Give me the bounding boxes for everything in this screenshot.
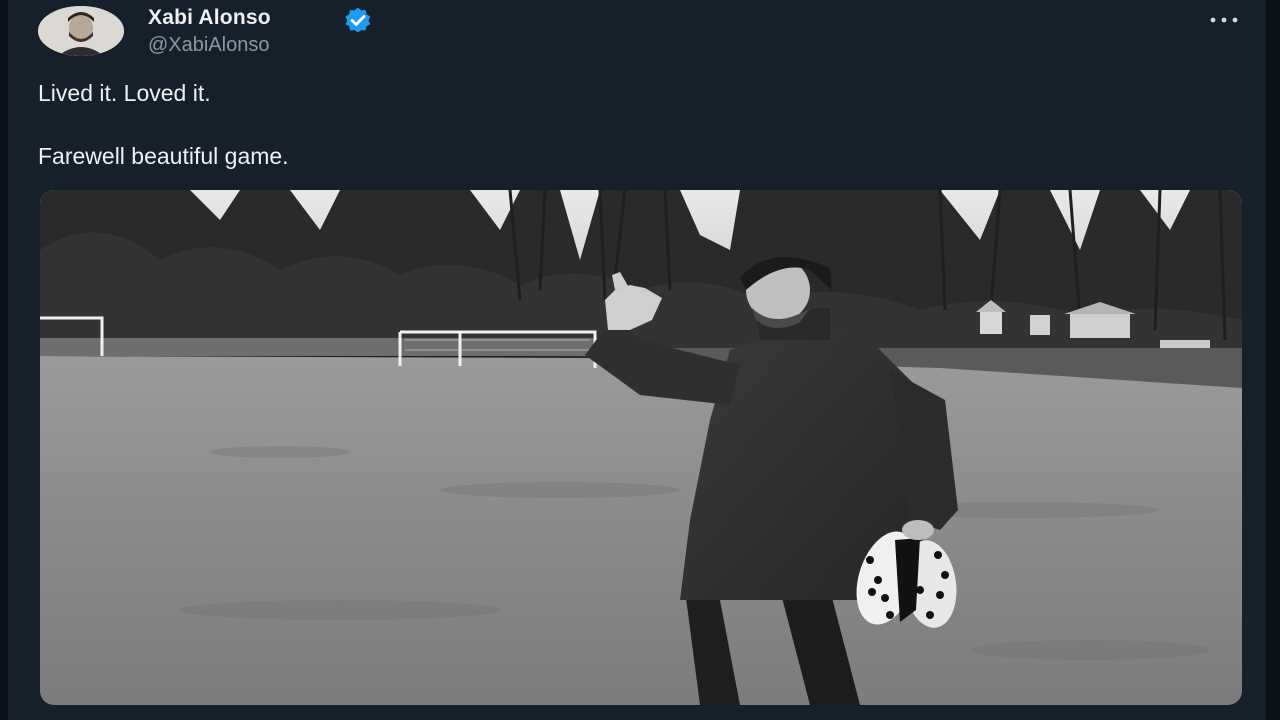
tweet-text-line-1: Lived it. Loved it. bbox=[38, 80, 211, 106]
page-edge-left bbox=[0, 0, 8, 720]
author-handle[interactable]: @XabiAlonso bbox=[148, 34, 269, 57]
author-avatar[interactable] bbox=[38, 6, 124, 56]
more-horizontal-icon[interactable] bbox=[1204, 10, 1244, 30]
author-display-name[interactable]: Xabi Alonso bbox=[148, 6, 271, 30]
tweet-text-line-2: Farewell beautiful game. bbox=[38, 143, 289, 169]
verified-badge-icon bbox=[345, 7, 371, 33]
page-edge-right bbox=[1266, 0, 1280, 720]
tweet-photo[interactable] bbox=[40, 190, 1242, 705]
